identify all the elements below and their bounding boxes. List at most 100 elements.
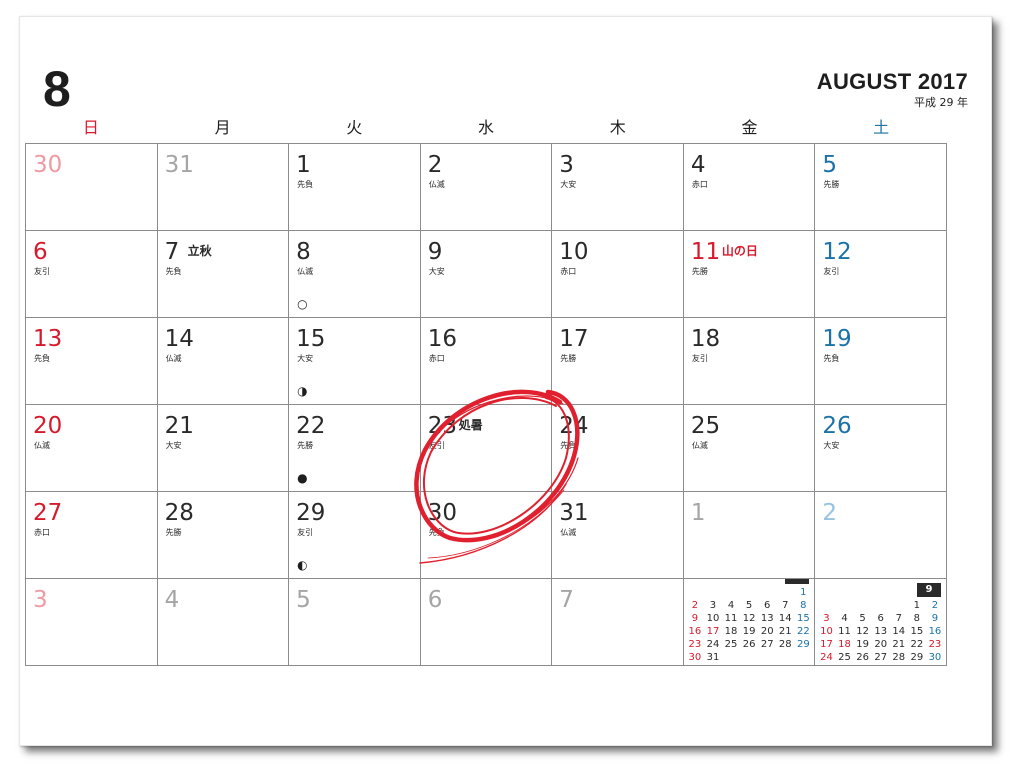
mini-calendar-day: 8 xyxy=(913,613,921,624)
mini-calendar-day: 1 xyxy=(913,600,921,611)
month-name: AUGUST 2017 xyxy=(816,69,968,94)
mini-calendar-day: 7 xyxy=(895,613,902,624)
day-number: 20 xyxy=(33,413,63,439)
mini-calendar-day: 18 xyxy=(724,626,738,637)
day-number: 25 xyxy=(690,413,721,439)
day-number: 31 xyxy=(164,152,194,178)
day-number: 3 xyxy=(33,587,48,613)
mini-calendar-day xyxy=(854,599,872,612)
day-cell: 19 先負 xyxy=(815,318,947,405)
era-year: 平成 29 年 xyxy=(914,96,968,109)
weekday-header: 日月火水木金土 xyxy=(25,117,947,139)
day-number: 16 xyxy=(427,326,457,352)
mini-calendar-day xyxy=(722,586,740,599)
mini-calendar-day: 21 xyxy=(778,626,792,637)
rokuyo-label: 赤口 xyxy=(34,528,50,537)
day-number: 6 xyxy=(33,239,48,265)
mini-calendar-day: 27 xyxy=(760,639,774,650)
mini-calendar-day xyxy=(686,586,704,599)
rokuyo-label: 先負 xyxy=(165,267,182,276)
mini-calendar-day: 6 xyxy=(764,600,771,611)
mini-calendar-day: 2 xyxy=(931,600,939,611)
holiday-name: 立秋 xyxy=(187,244,212,258)
day-cell: 12 友引 xyxy=(815,231,947,318)
rokuyo-label: 赤口 xyxy=(560,267,577,276)
moon-phase-icon: ● xyxy=(297,471,308,485)
day-cell: 14 仏滅 xyxy=(157,318,290,405)
mini-calendar-day xyxy=(890,599,908,612)
rokuyo-label: 先勝 xyxy=(823,180,840,189)
day-number: 27 xyxy=(33,500,63,526)
day-number: 29 xyxy=(296,500,326,526)
day-cell: 26 大安 xyxy=(815,405,947,492)
mini-calendar-day: 25 xyxy=(838,652,851,663)
mini-calendar-day: 26 xyxy=(742,639,756,650)
day-number: 13 xyxy=(33,326,63,352)
day-number: 5 xyxy=(822,152,838,178)
mini-calendar-month-badge: 9 xyxy=(916,583,941,597)
mini-calendar-day: 29 xyxy=(910,652,924,663)
day-number: 2 xyxy=(822,500,838,526)
day-cell: 9 大安 xyxy=(420,231,553,318)
day-cell: 20 仏滅 xyxy=(26,405,158,492)
moon-phase-icon: ◐ xyxy=(297,558,308,572)
mini-calendar-day: 14 xyxy=(892,626,906,637)
rokuyo-label: 大安 xyxy=(165,441,182,450)
mini-calendar-table: 1 2 3 4 5 6 7 8 9 10 11 12 13 14 15 16 17 18 19 20 21 22 23 24 2… xyxy=(817,599,944,664)
mini-calendar-day xyxy=(836,599,854,612)
day-cell: 1 xyxy=(683,492,816,579)
mini-calendar-day: 7 xyxy=(782,600,789,611)
month-number: 8 xyxy=(43,61,71,117)
mini-calendar: 7123456789101112131415161718192021222324… xyxy=(686,579,813,664)
day-number: 12 xyxy=(822,239,852,265)
rokuyo-label: 先勝 xyxy=(165,528,182,537)
mini-calendar: 9 1 2 3 4 5 6 7 8 9 10 11 12 13 14 15 16 17 18 19 20 21 22 23 24… xyxy=(817,583,944,664)
day-cell: 31 xyxy=(157,144,290,231)
day-cell: 6 友引 xyxy=(26,231,158,318)
mini-calendar-day xyxy=(758,586,776,599)
mini-calendar-day: 30 xyxy=(928,652,942,663)
day-number: 15 xyxy=(296,326,326,352)
mini-calendar-day: 8 xyxy=(800,600,807,611)
day-cell: 5 先勝 xyxy=(815,144,947,231)
day-number: 18 xyxy=(690,326,721,352)
rokuyo-label: 大安 xyxy=(560,180,577,189)
mini-calendar-day xyxy=(776,651,794,664)
mini-calendar-day: 14 xyxy=(778,613,792,624)
day-number: 19 xyxy=(822,326,852,352)
mini-calendar-day: 19 xyxy=(856,639,869,650)
day-cell: 1 先負 xyxy=(289,144,421,231)
rokuyo-label: 大安 xyxy=(823,441,840,450)
day-number: 1 xyxy=(296,152,311,178)
mini-calendar-day: 20 xyxy=(874,639,888,650)
mini-calendar-day: 5 xyxy=(859,613,866,624)
mini-calendar-table: 1 2 3 4 5 6 7 8 9 10 11 12 13 14 15 16 17 18 19 20 21 22 23 24 2… xyxy=(686,586,813,664)
rokuyo-label: 友引 xyxy=(823,267,840,276)
weekday-label: 金 xyxy=(741,118,758,137)
mini-calendar-day xyxy=(740,651,758,664)
mini-calendar-day: 9 xyxy=(931,613,939,624)
day-cell: 9 1 2 3 4 5 6 7 8 9 10 11 12 13 14 15 16 17 18 19 20 21 22 23 24… xyxy=(815,579,947,666)
day-number: 28 xyxy=(164,500,194,526)
day-cell: 2 仏滅 xyxy=(420,144,553,231)
day-cell: 18 友引 xyxy=(683,318,816,405)
day-cell: 17 先勝 xyxy=(552,318,684,405)
mini-calendar-day: 15 xyxy=(910,626,924,637)
mini-calendar-day: 17 xyxy=(706,626,720,637)
day-cell: 13 先負 xyxy=(26,318,158,405)
mini-calendar-day xyxy=(704,586,722,599)
mini-calendar-day: 27 xyxy=(874,652,888,663)
rokuyo-label: 仏滅 xyxy=(165,354,182,363)
moon-phase-icon: ○ xyxy=(297,297,308,311)
day-number: 10 xyxy=(559,239,589,265)
rokuyo-label: 仏滅 xyxy=(691,441,708,450)
holiday-name: 処暑 xyxy=(458,418,483,432)
day-cell: 4 赤口 xyxy=(683,144,816,231)
day-cell: 28 先勝 xyxy=(157,492,290,579)
day-cell: 25 仏滅 xyxy=(683,405,816,492)
day-cell: 30 先負 xyxy=(420,492,553,579)
mini-calendar-day: 5 xyxy=(745,600,753,611)
mini-calendar-day: 25 xyxy=(724,639,738,650)
rokuyo-label: 友引 xyxy=(691,354,708,363)
rokuyo-label: 先負 xyxy=(428,528,445,537)
